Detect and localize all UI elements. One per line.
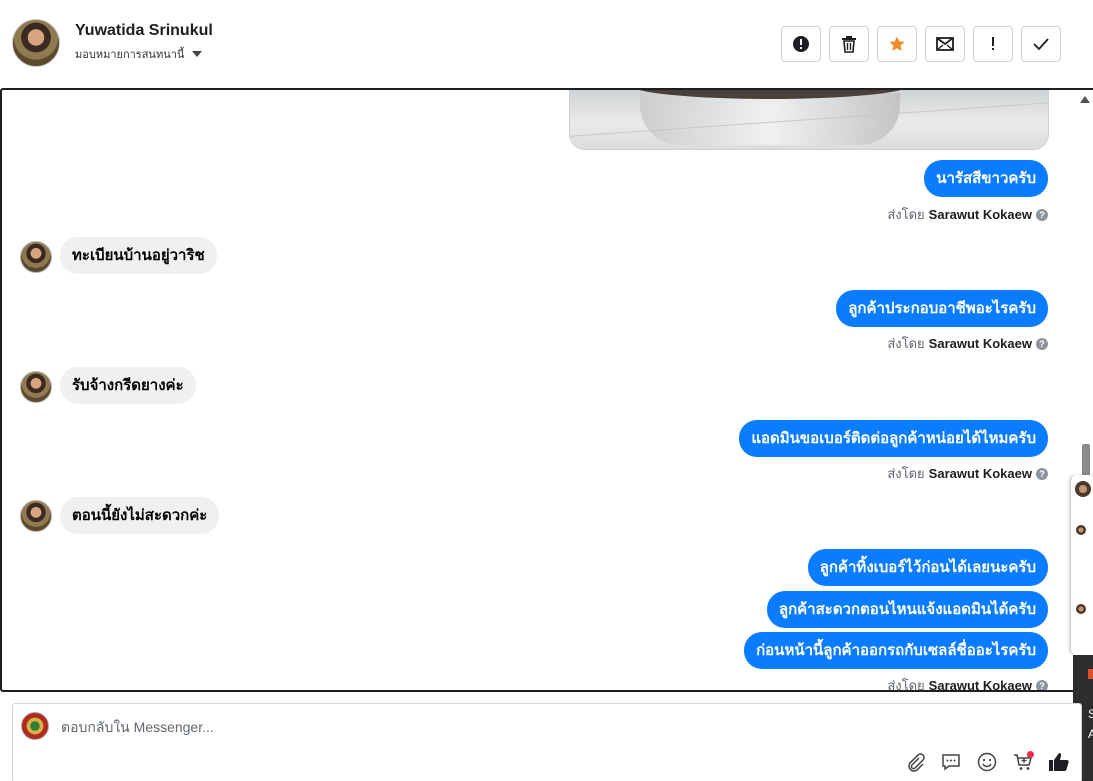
contact-avatar-small — [20, 371, 52, 403]
page-logo-avatar — [21, 712, 49, 740]
outgoing-message[interactable]: ก่อนหน้านี้ลูกค้าออกรถกับเซลล์ชื่ออะไรคร… — [744, 632, 1048, 669]
outgoing-message[interactable]: ลูกค้าประกอบอาชีพอะไรครับ — [836, 290, 1048, 327]
emoji-button[interactable] — [975, 750, 999, 774]
sent-by-prefix: ส่งโดย — [887, 466, 925, 481]
popup-letter: A — [1088, 727, 1093, 741]
contact-avatar-small — [20, 500, 52, 532]
delete-button[interactable] — [829, 26, 869, 62]
outgoing-message[interactable]: ลูกค้าสะดวกตอนไหนแจ้งแอดมินได้ครับ — [766, 591, 1048, 628]
done-button[interactable] — [1021, 26, 1061, 62]
sender-name: Sarawut Kokaew — [928, 336, 1032, 351]
sent-by-label: ส่งโดย Sarawut Kokaew ? — [887, 463, 1048, 484]
reply-input[interactable] — [61, 716, 661, 738]
preview-avatar — [1075, 481, 1091, 497]
star-button[interactable] — [877, 26, 917, 62]
star-icon — [889, 36, 905, 51]
assign-conversation-dropdown[interactable]: มอบหมายการสนทนานี้ — [75, 45, 203, 63]
mark-unread-button[interactable] — [925, 26, 965, 62]
contact-name[interactable]: Yuwatida Srinukul — [75, 22, 213, 40]
popup-icon — [1088, 669, 1093, 679]
popup-letter: S — [1088, 707, 1093, 721]
outgoing-message[interactable]: นารัสสีขาวครับ — [924, 160, 1048, 197]
like-button[interactable] — [1047, 750, 1071, 774]
incoming-message[interactable]: ทะเบียนบ้านอยู่วาริช — [60, 237, 217, 274]
message-thread[interactable]: นารัสสีขาวครับ ส่งโดย Sarawut Kokaew ? ท… — [0, 88, 1093, 692]
check-icon — [1033, 38, 1049, 50]
help-icon[interactable]: ? — [1036, 337, 1048, 350]
sent-by-prefix: ส่งโดย — [887, 207, 925, 222]
assign-label: มอบหมายการสนทนานี้ — [75, 48, 185, 61]
sent-by-label: ส่งโดย Sarawut Kokaew ? — [887, 204, 1048, 225]
contact-avatar[interactable] — [12, 19, 60, 67]
outgoing-message[interactable]: ลูกค้าทิ้งเบอร์ไว้ก่อนได้เลยนะครับ — [807, 549, 1048, 586]
conversation-header: Yuwatida Srinukul มอบหมายการสนทนานี้ — [0, 0, 1093, 88]
sent-by-label: ส่งโดย Sarawut Kokaew ? — [887, 675, 1048, 692]
trash-icon — [842, 36, 856, 53]
sent-by-prefix: ส่งโดย — [887, 678, 925, 692]
attach-button[interactable] — [903, 750, 927, 774]
contact-avatar-small — [20, 241, 52, 273]
caret-down-icon — [192, 51, 203, 57]
spam-button[interactable] — [781, 26, 821, 62]
preview-avatar-small — [1076, 604, 1086, 614]
emoji-icon — [977, 752, 997, 772]
photo-object — [640, 93, 900, 145]
chat-bubble-icon — [942, 754, 960, 771]
reply-box — [12, 703, 1082, 781]
thumbs-up-icon — [1049, 753, 1069, 771]
reply-tools — [903, 750, 1071, 774]
sent-by-label: ส่งโดย Sarawut Kokaew ? — [887, 333, 1048, 354]
incoming-message[interactable]: ตอนนี้ยังไม่สะดวกค่ะ — [60, 497, 220, 534]
shop-button[interactable] — [1011, 750, 1035, 774]
preview-avatar-small — [1076, 525, 1086, 535]
saved-replies-button[interactable] — [939, 750, 963, 774]
outgoing-message[interactable]: แอดมินขอเบอร์ติดต่อลูกค้าหน่อยได้ไหมครับ — [739, 420, 1048, 457]
help-icon[interactable]: ? — [1036, 467, 1048, 480]
sender-name: Sarawut Kokaew — [928, 207, 1032, 222]
messenger-conversation: Yuwatida Srinukul มอบหมายการสนทนานี้ นาร… — [0, 0, 1093, 781]
shared-photo[interactable] — [569, 90, 1049, 150]
notification-dot — [1027, 751, 1034, 758]
envelope-icon — [936, 37, 954, 51]
alert-circle-icon — [793, 36, 809, 52]
help-icon[interactable]: ? — [1036, 208, 1048, 221]
sender-name: Sarawut Kokaew — [928, 678, 1032, 692]
follow-up-button[interactable] — [973, 26, 1013, 62]
incoming-message[interactable]: รับจ้างกรีดยางค่ะ — [60, 367, 196, 404]
sent-by-prefix: ส่งโดย — [887, 336, 925, 351]
paperclip-icon — [908, 753, 925, 772]
side-preview-panel[interactable] — [1070, 475, 1093, 655]
scroll-up-arrow-icon[interactable] — [1080, 96, 1090, 103]
sender-name: Sarawut Kokaew — [928, 466, 1032, 481]
exclamation-icon — [992, 37, 994, 50]
conversation-toolbar — [781, 26, 1061, 62]
help-icon[interactable]: ? — [1036, 679, 1048, 690]
